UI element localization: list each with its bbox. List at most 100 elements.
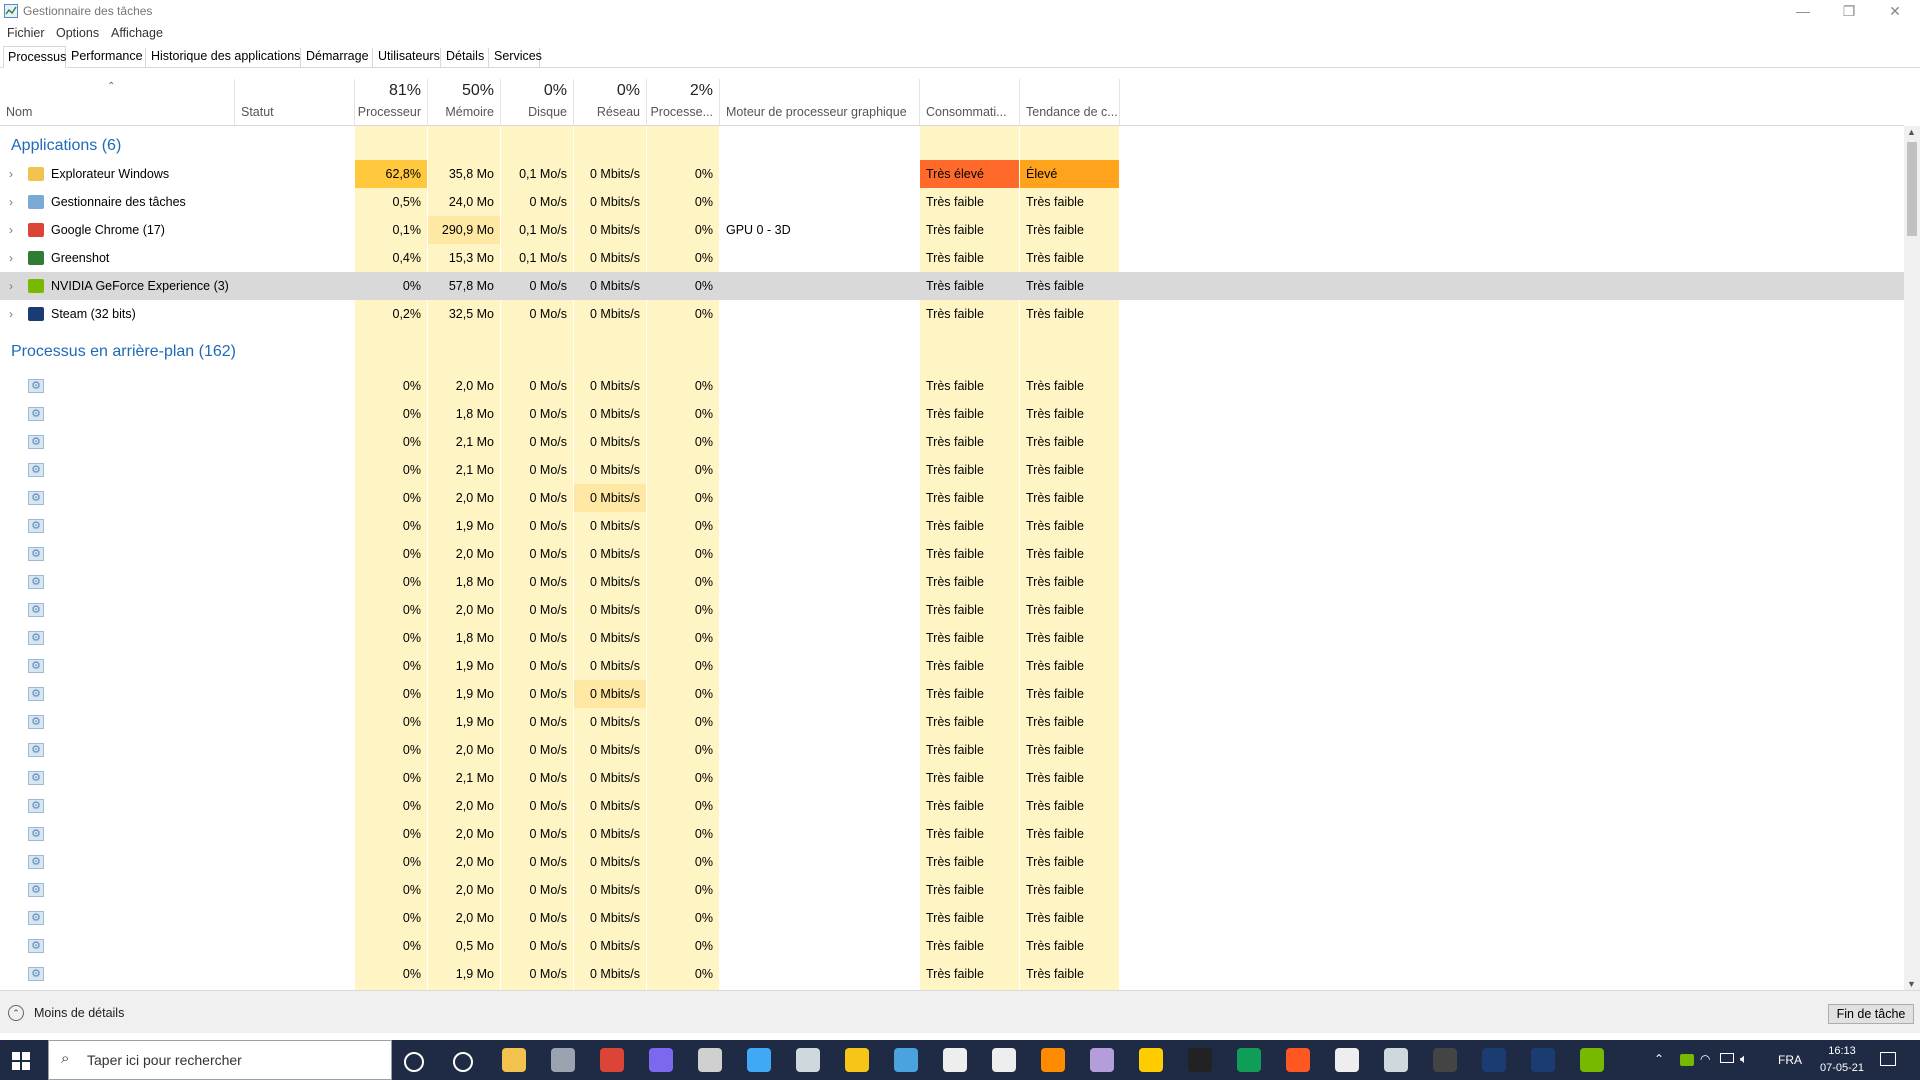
- file-icon[interactable]: [943, 1048, 967, 1072]
- clock-date[interactable]: 07-05-21: [1814, 1062, 1870, 1074]
- header-network[interactable]: 0% Réseau: [574, 79, 647, 125]
- windows-start-icon[interactable]: [12, 1052, 30, 1070]
- process-row[interactable]: ⚙ 0% 2,0 Mo 0 Mo/s 0 Mbits/s 0% Très faible Trè…: [0, 848, 1904, 876]
- menu-options[interactable]: Options: [56, 26, 99, 40]
- process-row[interactable]: ⚙ 0% 1,9 Mo 0 Mo/s 0 Mbits/s 0% Très faible Trè…: [0, 960, 1904, 988]
- process-row[interactable]: ⚙ 0% 0,5 Mo 0 Mo/s 0 Mbits/s 0% Très faible Trè…: [0, 932, 1904, 960]
- expand-chevron-icon[interactable]: ›: [9, 272, 19, 300]
- app-icon[interactable]: [1139, 1048, 1163, 1072]
- terminal-icon[interactable]: [1188, 1048, 1212, 1072]
- minimize-button[interactable]: —: [1780, 0, 1826, 24]
- process-row[interactable]: › Gestionnaire des tâches 0,5% 24,0 Mo 0 Mo/…: [0, 188, 1904, 216]
- app-icon[interactable]: [1286, 1048, 1310, 1072]
- file-icon[interactable]: [992, 1048, 1016, 1072]
- vertical-scrollbar[interactable]: ▲ ▼: [1904, 126, 1920, 990]
- app-icon[interactable]: [1384, 1048, 1408, 1072]
- process-row[interactable]: ⚙ 0% 1,8 Mo 0 Mo/s 0 Mbits/s 0% Très faible Trè…: [0, 624, 1904, 652]
- header-power-usage[interactable]: Consommati...: [920, 79, 1020, 125]
- nvidia-icon[interactable]: [1580, 1048, 1604, 1072]
- scroll-down-icon[interactable]: ▼: [1907, 979, 1916, 989]
- language-indicator[interactable]: FRA: [1778, 1053, 1802, 1067]
- app-icon[interactable]: [747, 1048, 771, 1072]
- tray-battery-icon[interactable]: [1720, 1053, 1734, 1063]
- process-row[interactable]: ⚙ 0% 2,0 Mo 0 Mo/s 0 Mbits/s 0% Très faible Trè…: [0, 484, 1904, 512]
- process-row[interactable]: ⚙ 0% 2,0 Mo 0 Mo/s 0 Mbits/s 0% Très faible Trè…: [0, 596, 1904, 624]
- menu-affichage[interactable]: Affichage: [111, 26, 163, 40]
- task-view-icon[interactable]: [453, 1052, 473, 1072]
- close-button[interactable]: ✕: [1872, 0, 1918, 24]
- app-icon[interactable]: [1335, 1048, 1359, 1072]
- app-icon[interactable]: [1041, 1048, 1065, 1072]
- header-cpu[interactable]: 81% Processeur: [355, 79, 428, 125]
- app-icon[interactable]: [1433, 1048, 1457, 1072]
- header-disk[interactable]: 0% Disque: [501, 79, 574, 125]
- tab-services[interactable]: Services: [490, 48, 542, 67]
- collapse-icon[interactable]: ⌃: [8, 1005, 24, 1021]
- tray-volume-icon[interactable]: 🔈︎: [1740, 1051, 1748, 1067]
- cortana-icon[interactable]: [404, 1052, 424, 1072]
- steam-icon[interactable]: [1482, 1048, 1506, 1072]
- less-details-link[interactable]: Moins de détails: [34, 1006, 124, 1020]
- tray-chevron-icon[interactable]: ⌃: [1654, 1052, 1664, 1066]
- tray-network-icon[interactable]: ◠: [1700, 1052, 1710, 1066]
- header-memory[interactable]: 50% Mémoire: [428, 79, 501, 125]
- process-row[interactable]: › NVIDIA GeForce Experience (3) 0% 57,8 Mo 0…: [0, 272, 1904, 300]
- settings-icon[interactable]: [796, 1048, 820, 1072]
- scroll-thumb[interactable]: [1907, 142, 1917, 236]
- steam-icon[interactable]: [1531, 1048, 1555, 1072]
- process-row[interactable]: › Greenshot 0,4% 15,3 Mo 0,1 Mo/s 0 Mbits/s 0%…: [0, 244, 1904, 272]
- expand-chevron-icon[interactable]: ›: [9, 188, 19, 216]
- process-row[interactable]: ⚙ 0% 1,8 Mo 0 Mo/s 0 Mbits/s 0% Très faible Trè…: [0, 400, 1904, 428]
- expand-chevron-icon[interactable]: ›: [9, 244, 19, 272]
- header-gpu[interactable]: 2% Processe...: [647, 79, 720, 125]
- process-row[interactable]: ⚙ 0% 1,8 Mo 0 Mo/s 0 Mbits/s 0% Très faible Trè…: [0, 568, 1904, 596]
- process-row[interactable]: ⚙ 0% 2,1 Mo 0 Mo/s 0 Mbits/s 0% Très faible Trè…: [0, 456, 1904, 484]
- expand-chevron-icon[interactable]: ›: [9, 300, 19, 328]
- clock-time[interactable]: 16:13: [1822, 1045, 1862, 1057]
- scroll-up-icon[interactable]: ▲: [1907, 127, 1916, 137]
- process-row[interactable]: ⚙ 0% 2,1 Mo 0 Mo/s 0 Mbits/s 0% Très faible Trè…: [0, 764, 1904, 792]
- app-icon[interactable]: [551, 1048, 575, 1072]
- expand-chevron-icon[interactable]: ›: [9, 160, 19, 188]
- app-icon[interactable]: [894, 1048, 918, 1072]
- expand-chevron-icon[interactable]: ›: [9, 216, 19, 244]
- process-row[interactable]: ⚙ 0% 2,1 Mo 0 Mo/s 0 Mbits/s 0% Très faible Trè…: [0, 428, 1904, 456]
- tray-nvidia-icon[interactable]: [1680, 1054, 1694, 1066]
- process-row[interactable]: › Steam (32 bits) 0,2% 32,5 Mo 0 Mo/s 0 Mbits…: [0, 300, 1904, 328]
- process-row[interactable]: ⚙ 0% 1,9 Mo 0 Mo/s 0 Mbits/s 0% Très faible Trè…: [0, 512, 1904, 540]
- process-row[interactable]: ⚙ 0% 2,0 Mo 0 Mo/s 0 Mbits/s 0% Très faible Trè…: [0, 736, 1904, 764]
- app-icon[interactable]: [649, 1048, 673, 1072]
- app-icon[interactable]: [698, 1048, 722, 1072]
- header-name[interactable]: ⌃ Nom: [0, 79, 235, 125]
- notification-center-icon[interactable]: [1880, 1052, 1896, 1066]
- process-row[interactable]: ⚙ 0% 2,0 Mo 0 Mo/s 0 Mbits/s 0% Très faible Trè…: [0, 540, 1904, 568]
- tab-utilisateurs[interactable]: Utilisateurs: [374, 48, 441, 67]
- tab-historique[interactable]: Historique des applications: [147, 48, 301, 67]
- process-row[interactable]: ⚙ 0% 1,9 Mo 0 Mo/s 0 Mbits/s 0% Très faible Trè…: [0, 652, 1904, 680]
- tab-performance[interactable]: Performance: [67, 48, 146, 67]
- app-icon[interactable]: [1237, 1048, 1261, 1072]
- process-row[interactable]: › Google Chrome (17) 0,1% 290,9 Mo 0,1 Mo/s 0…: [0, 216, 1904, 244]
- file-explorer-icon[interactable]: [502, 1048, 526, 1072]
- tab-processus[interactable]: Processus: [3, 46, 66, 68]
- maximize-button[interactable]: ❐: [1826, 0, 1872, 24]
- chrome-icon[interactable]: [600, 1048, 624, 1072]
- app-icon[interactable]: [1090, 1048, 1114, 1072]
- process-row[interactable]: ⚙ 0% 2,0 Mo 0 Mo/s 0 Mbits/s 0% Très faible Trè…: [0, 904, 1904, 932]
- process-row[interactable]: ⚙ 0% 2,0 Mo 0 Mo/s 0 Mbits/s 0% Très faible Trè…: [0, 820, 1904, 848]
- taskbar-search-box[interactable]: ⌕ Taper ici pour rechercher: [48, 1040, 392, 1080]
- menu-fichier[interactable]: Fichier: [7, 26, 45, 40]
- end-task-button[interactable]: Fin de tâche: [1828, 1004, 1914, 1024]
- process-row[interactable]: ⚙ 0% 2,0 Mo 0 Mo/s 0 Mbits/s 0% Très faible Trè…: [0, 792, 1904, 820]
- header-status[interactable]: Statut: [235, 79, 355, 125]
- process-row[interactable]: › Explorateur Windows 62,8% 35,8 Mo 0,1 Mo/s…: [0, 160, 1904, 188]
- header-gpu-engine[interactable]: Moteur de processeur graphique: [720, 79, 920, 125]
- rockstar-icon[interactable]: [845, 1048, 869, 1072]
- process-row[interactable]: ⚙ 0% 1,9 Mo 0 Mo/s 0 Mbits/s 0% Très faible Trè…: [0, 680, 1904, 708]
- process-row[interactable]: ⚙ 0% 2,0 Mo 0 Mo/s 0 Mbits/s 0% Très faible Trè…: [0, 372, 1904, 400]
- tab-demarrage[interactable]: Démarrage: [302, 48, 373, 67]
- process-row[interactable]: ⚙ 0% 1,9 Mo 0 Mo/s 0 Mbits/s 0% Très faible Trè…: [0, 708, 1904, 736]
- process-row[interactable]: ⚙ 0% 2,0 Mo 0 Mo/s 0 Mbits/s 0% Très faible Trè…: [0, 876, 1904, 904]
- header-power-trend[interactable]: Tendance de c...: [1020, 79, 1120, 125]
- tab-details[interactable]: Détails: [442, 48, 489, 67]
